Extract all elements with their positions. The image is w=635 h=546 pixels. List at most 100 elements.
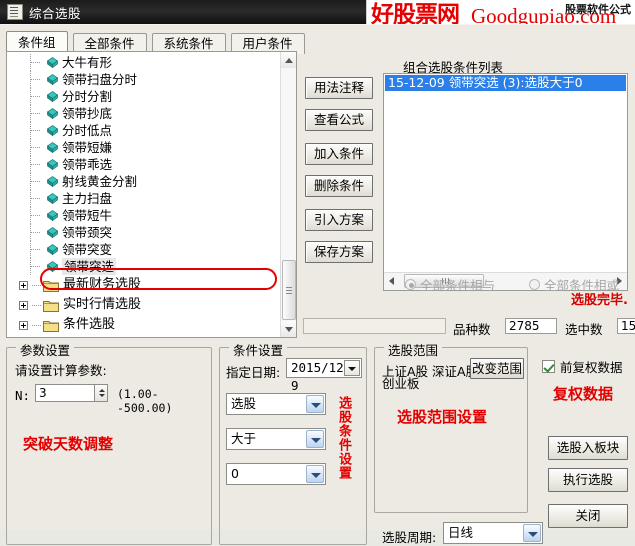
usage-notes-button[interactable]: 用法注释	[305, 77, 373, 99]
tree-item-leaf[interactable]: 领带扫盘分时	[7, 71, 280, 88]
n-stepper-buttons[interactable]	[95, 384, 108, 402]
chevron-down-icon[interactable]	[306, 395, 324, 413]
radio-all-and-label: 全部条件相与	[420, 278, 496, 293]
tree-guide-line	[7, 139, 47, 156]
radio-dot-icon	[529, 279, 540, 290]
formula-tree[interactable]: 大牛有形 领带扫盘分时 分时分割 领带抄底 分时低点 领带短嫌 领带乖选 射线黄…	[7, 52, 280, 337]
tree-item-label: 领带短嫌	[62, 140, 113, 155]
adjusted-data-annotation: 复权数据	[553, 385, 614, 403]
tree-item-leaf[interactable]: 大牛有形	[7, 54, 280, 71]
scroll-left-arrow-icon[interactable]	[384, 273, 400, 289]
tree-vertical-scrollbar[interactable]	[280, 52, 296, 337]
tree-guide-line	[7, 54, 47, 71]
tree-guide-line	[7, 71, 47, 88]
tree-item-leaf-selected[interactable]: 领带突选	[7, 258, 280, 275]
n-label: N:	[15, 388, 31, 403]
variety-count-value: 2785	[505, 318, 557, 334]
command-button-column: 用法注释 查看公式 加入条件 删除条件 引入方案 保存方案	[305, 77, 373, 273]
date-picker-input[interactable]: 2015/12/ 9	[286, 358, 362, 393]
folder-icon	[43, 279, 59, 292]
date-label: 指定日期:	[226, 365, 281, 380]
adjusted-data-checkbox-row[interactable]: 前复权数据	[542, 357, 623, 376]
condition-list-box[interactable]: 15-12-09 领带突选 (3):选股大于0	[383, 73, 628, 291]
scroll-down-arrow-icon[interactable]	[281, 321, 296, 337]
expand-plus-icon[interactable]	[19, 320, 28, 330]
tree-guide-line	[7, 156, 47, 173]
condition-value-select[interactable]: 0	[226, 463, 326, 485]
tree-item-label: 射线黄金分割	[62, 174, 138, 189]
tree-folder-item[interactable]: 实时行情选股	[7, 295, 280, 315]
period-label: 选股周期:	[382, 530, 437, 545]
expand-plus-icon[interactable]	[19, 300, 28, 310]
period-select[interactable]: 日线	[443, 522, 543, 544]
add-to-block-button[interactable]: 选股入板块	[548, 436, 628, 460]
tree-item-leaf[interactable]: 领带短牛	[7, 207, 280, 224]
chevron-down-icon[interactable]	[344, 360, 360, 376]
condition-operator-select[interactable]: 大于	[226, 428, 326, 450]
tree-guide-line	[7, 122, 47, 139]
adjusted-data-checkbox-label: 前复权数据	[560, 360, 623, 375]
window-body: 条件组 全部条件 系统条件 用户条件 大牛有形 领带扫盘分时 分时分割 领带抄底…	[0, 24, 635, 545]
parameter-annotation: 突破天数调整	[23, 435, 114, 453]
add-condition-button[interactable]: 加入条件	[305, 143, 373, 165]
tree-item-leaf[interactable]: 领带突变	[7, 241, 280, 258]
save-scheme-button[interactable]: 保存方案	[305, 241, 373, 263]
radio-all-and[interactable]: 全部条件相与	[405, 275, 495, 294]
scroll-up-arrow-icon[interactable]	[281, 52, 296, 68]
condition-list-item[interactable]: 15-12-09 领带突选 (3):选股大于0	[385, 75, 626, 91]
parameter-settings-title: 参数设置	[16, 340, 75, 359]
tree-guide-line	[7, 224, 47, 241]
checkbox-checked-icon[interactable]	[542, 360, 555, 373]
stock-scope-title: 选股范围	[384, 340, 443, 359]
n-value-input[interactable]: 3	[35, 384, 95, 402]
delete-condition-button[interactable]: 删除条件	[305, 175, 373, 197]
tree-item-label: 领带短牛	[62, 208, 113, 223]
scrollbar-thumb[interactable]	[282, 260, 296, 320]
tree-item-label: 领带颈突	[62, 225, 113, 240]
tree-item-leaf[interactable]: 领带短嫌	[7, 139, 280, 156]
chevron-down-icon[interactable]	[306, 465, 324, 483]
formula-diamond-icon	[47, 159, 58, 170]
tree-item-leaf[interactable]: 分时分割	[7, 88, 280, 105]
formula-tree-panel[interactable]: 大牛有形 领带扫盘分时 分时分割 领带抄底 分时低点 领带短嫌 领带乖选 射线黄…	[6, 51, 297, 338]
chevron-down-icon[interactable]	[523, 524, 541, 542]
n-range-text: (1.00--500.00)	[117, 387, 173, 415]
radio-dot-icon	[405, 279, 416, 290]
tree-guide-line	[7, 258, 47, 275]
tree-guide-line	[7, 88, 47, 105]
condition-field-select[interactable]: 选股	[226, 393, 326, 415]
variety-count-label: 品种数	[453, 322, 491, 337]
formula-diamond-icon	[47, 74, 58, 85]
change-scope-button[interactable]: 改变范围	[470, 358, 524, 379]
execute-selection-button[interactable]: 执行选股	[548, 468, 628, 492]
selected-count-label: 选中数	[565, 322, 603, 337]
parameter-settings-group: 参数设置 请设置计算参数: N: 3 (1.00--500.00) 突破天数调整	[6, 340, 212, 545]
tree-item-leaf[interactable]: 领带乖选	[7, 156, 280, 173]
tree-item-leaf[interactable]: 领带抄底	[7, 105, 280, 122]
formula-diamond-icon	[47, 193, 58, 204]
tree-folder-label: 条件选股	[63, 317, 116, 332]
tree-item-label: 大牛有形	[62, 55, 113, 70]
tree-item-leaf[interactable]: 分时低点	[7, 122, 280, 139]
expand-plus-icon[interactable]	[19, 280, 28, 290]
view-formula-button[interactable]: 查看公式	[305, 109, 373, 131]
condition-settings-title: 条件设置	[229, 340, 288, 359]
tree-item-label: 领带突选	[62, 258, 117, 275]
formula-diamond-icon	[47, 244, 58, 255]
tree-folder-item[interactable]: 条件选股	[7, 315, 280, 335]
tree-item-label: 领带乖选	[62, 157, 113, 172]
tree-guide-line	[32, 324, 41, 326]
tree-folder-label: 实时行情选股	[63, 297, 142, 312]
close-button[interactable]: 关闭	[548, 504, 628, 528]
application-window: 综合选股 股票软件公式 好股票网 Goodgupiao.com 条件组 全部条件…	[0, 0, 635, 545]
scope-annotation: 选股范围设置	[397, 408, 488, 426]
selection-done-text: 选股完毕.	[571, 293, 628, 308]
tree-item-leaf[interactable]: 领带颈突	[7, 224, 280, 241]
tree-item-leaf[interactable]: 射线黄金分割	[7, 173, 280, 190]
tree-item-label: 主力扫盘	[62, 191, 113, 206]
import-scheme-button[interactable]: 引入方案	[305, 209, 373, 231]
tree-guide-line	[32, 304, 41, 306]
chevron-down-icon[interactable]	[306, 430, 324, 448]
tree-folder-item[interactable]: 最新财务选股	[7, 275, 280, 295]
tree-item-leaf[interactable]: 主力扫盘	[7, 190, 280, 207]
